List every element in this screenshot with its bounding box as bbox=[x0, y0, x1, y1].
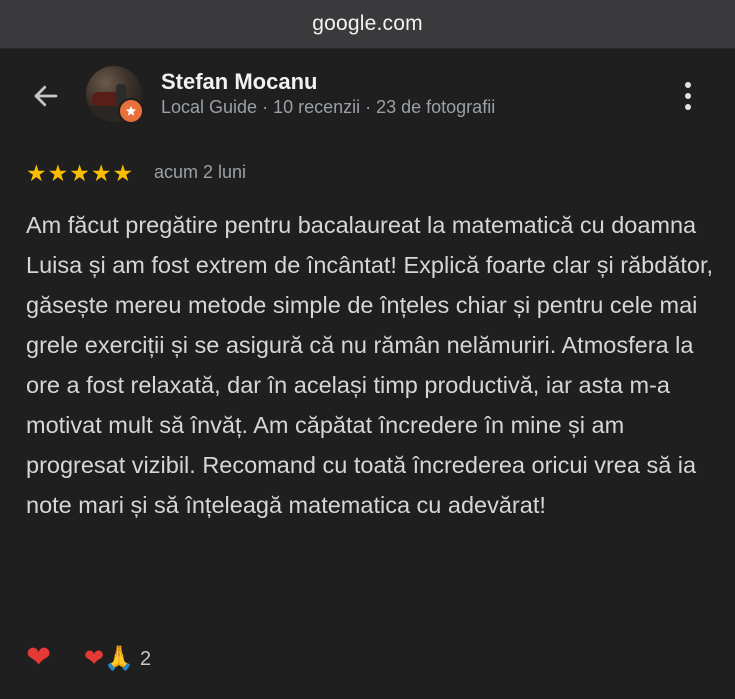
browser-url-bar[interactable]: google.com bbox=[0, 0, 735, 49]
star-rating: ★ ★ ★ ★ ★ bbox=[26, 160, 133, 186]
star-icon: ★ bbox=[90, 160, 112, 186]
reaction-count: 2 bbox=[140, 647, 152, 670]
star-icon: ★ bbox=[26, 160, 47, 186]
react-heart-button[interactable]: ❤ bbox=[26, 640, 51, 676]
url-text: google.com bbox=[312, 12, 423, 35]
star-icon: ★ bbox=[69, 160, 90, 186]
reviewer-meta: Local Guide · 10 recenzii · 23 de fotogr… bbox=[161, 97, 496, 117]
reviewer-name[interactable]: Stefan Mocanu bbox=[161, 69, 317, 95]
more-options-button[interactable] bbox=[670, 76, 706, 116]
reactions-summary[interactable]: ❤ 🙏 2 bbox=[84, 644, 151, 674]
local-guide-badge-icon bbox=[118, 98, 144, 124]
back-button[interactable] bbox=[26, 76, 66, 116]
more-vert-icon bbox=[685, 82, 691, 88]
review-time: acum 2 luni bbox=[154, 162, 247, 182]
pray-reaction-icon: 🙏 bbox=[104, 645, 134, 672]
back-arrow-icon bbox=[34, 85, 58, 107]
star-icon: ★ bbox=[47, 160, 69, 186]
star-icon: ★ bbox=[112, 160, 134, 186]
review-text: Am făcut pregătire pentru bacalaureat la… bbox=[26, 212, 714, 518]
heart-reaction-icon: ❤ bbox=[84, 645, 105, 672]
